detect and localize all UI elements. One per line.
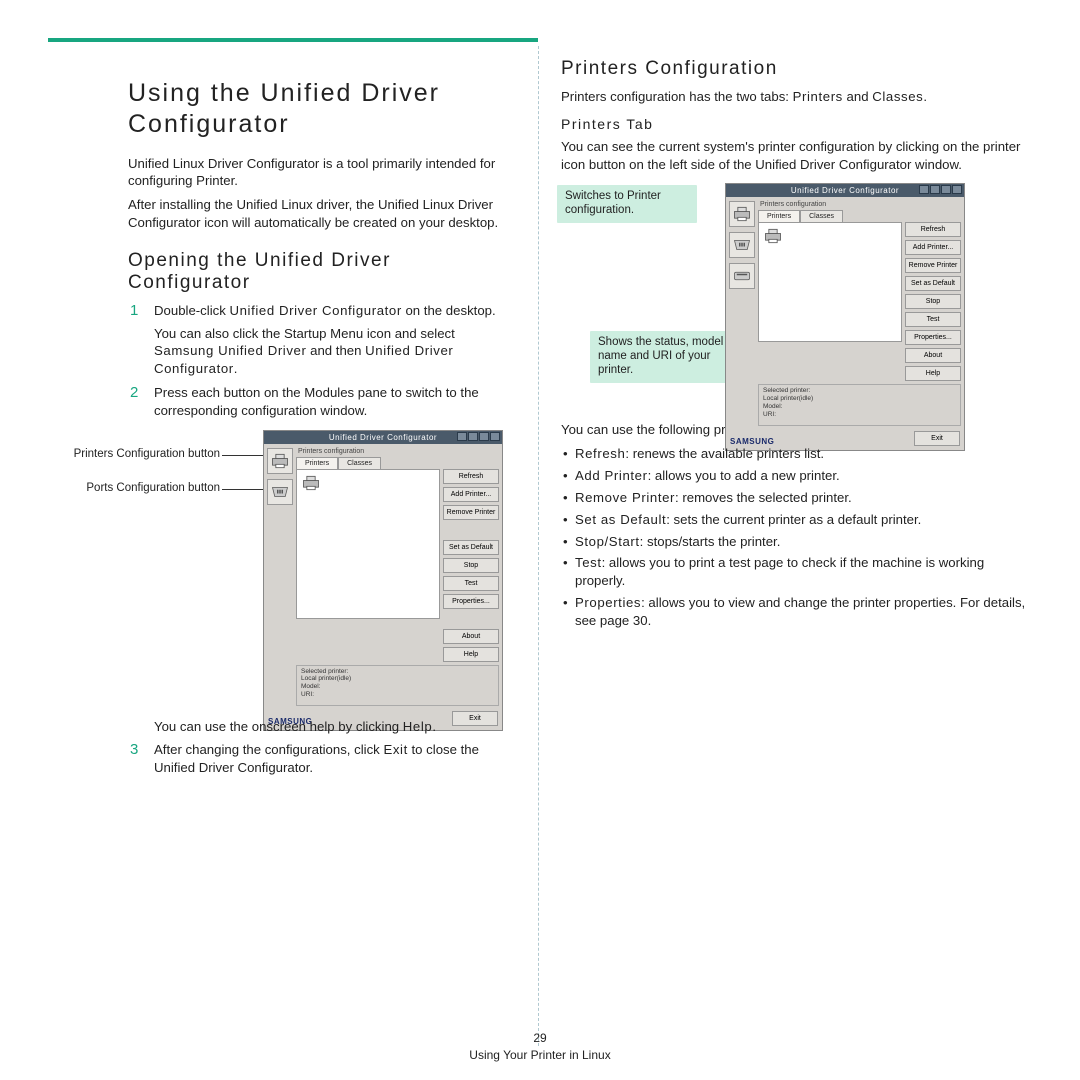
accent-bar [48,38,538,42]
set-default-button[interactable]: Set as Default [905,276,961,291]
tab-classes[interactable]: Classes [800,210,843,222]
properties-button[interactable]: Properties... [443,594,499,609]
app-window: Unified Driver Configurator [725,183,965,450]
control-buttons-list: Refresh: renews the available printers l… [561,445,1029,629]
tab-printers[interactable]: Printers [296,457,338,469]
ports-config-button[interactable] [729,232,755,258]
set-default-button[interactable]: Set as Default [443,540,499,555]
step-number: 2 [130,383,138,403]
title-bar: Unified Driver Configurator [264,431,502,444]
list-item: Remove Printer: removes the selected pri… [561,489,1029,507]
list-item: Test: allows you to print a test page to… [561,554,1029,590]
callout-printers-config-button: Printers Configuration button [60,448,220,460]
printer-icon [763,227,783,245]
step-2: 2 Press each button on the Modules pane … [48,384,516,420]
printer-icon [270,452,290,470]
add-printer-button[interactable]: Add Printer... [443,487,499,502]
step-number: 3 [130,740,138,760]
printer-icon [301,474,321,492]
printers-tab-desc: You can see the current system's printer… [561,138,1029,174]
tab-classes[interactable]: Classes [338,457,381,469]
window-controls[interactable] [919,185,962,194]
step-2-note: You can use the onscreen help by clickin… [48,718,516,736]
group-label: Printers configuration [296,447,499,456]
tab-printers[interactable]: Printers [758,210,800,222]
term-udc: Unified Driver Configurator [230,303,402,318]
page-footer: 29 Using Your Printer in Linux [0,1030,1080,1064]
help-button[interactable]: Help [443,647,499,662]
title-bar: Unified Driver Configurator [726,184,964,197]
scanners-config-button[interactable] [729,263,755,289]
intro-paragraph-1: Unified Linux Driver Configurator is a t… [128,155,516,191]
stop-button[interactable]: Stop [443,558,499,573]
printers-listbox[interactable] [296,469,440,619]
figure-configurator-right: Switches to Printer configuration. Shows… [595,183,1029,413]
subsection-heading: Opening the Unified Driver Configurator [128,250,516,294]
figure-configurator-left: Printers Configuration button Ports Conf… [48,430,516,710]
port-icon [733,238,751,252]
selected-printer-panel: Selected printer: Local printer(idle) Mo… [758,384,961,425]
list-item: Set as Default: sets the current printer… [561,511,1029,529]
ports-config-button[interactable] [267,479,293,505]
left-column: Using the Unified Driver Configurator Un… [48,58,538,1046]
about-button[interactable]: About [443,629,499,644]
step-number: 1 [130,301,138,321]
printers-config-button[interactable] [267,448,293,474]
intro-right: Printers configuration has the two tabs:… [561,88,1029,106]
step-3: 3 After changing the configurations, cli… [48,741,516,777]
section-heading-right: Printers Configuration [561,58,1029,80]
callout-printer-status: Shows the status, model name and URI of … [590,331,740,382]
remove-printer-button[interactable]: Remove Printer [443,505,499,520]
properties-button[interactable]: Properties... [905,330,961,345]
test-button[interactable]: Test [905,312,961,327]
test-button[interactable]: Test [443,576,499,591]
printers-listbox[interactable] [758,222,902,342]
right-column: Printers Configuration Printers configur… [539,58,1029,1046]
printer-icon [732,205,752,223]
stop-button[interactable]: Stop [905,294,961,309]
refresh-button[interactable]: Refresh [443,469,499,484]
page-number: 29 [0,1030,1080,1047]
intro-paragraph-2: After installing the Unified Linux drive… [128,196,516,232]
refresh-button[interactable]: Refresh [905,222,961,237]
list-item: Add Printer: allows you to add a new pri… [561,467,1029,485]
callout-ports-config-button: Ports Configuration button [60,482,220,494]
group-label: Printers configuration [758,200,961,209]
scanner-icon [733,270,751,282]
printers-config-button[interactable] [729,201,755,227]
remove-printer-button[interactable]: Remove Printer [905,258,961,273]
printers-tab-heading: Printers Tab [561,116,1029,132]
sidebar [267,447,293,706]
add-printer-button[interactable]: Add Printer... [905,240,961,255]
step-1: 1 Double-click Unified Driver Configurat… [48,302,516,378]
page-caption: Using Your Printer in Linux [0,1047,1080,1064]
selected-printer-panel: Selected printer: Local printer(idle) Mo… [296,665,499,706]
app-window: Unified Driver Configurator Printers con… [263,430,503,731]
help-button[interactable]: Help [905,366,961,381]
list-item: Stop/Start: stops/starts the printer. [561,533,1029,551]
about-button[interactable]: About [905,348,961,363]
port-icon [271,485,289,499]
list-item: Properties: allows you to view and chang… [561,594,1029,630]
exit-button[interactable]: Exit [914,431,960,446]
section-heading: Using the Unified Driver Configurator [128,78,516,141]
list-item: Refresh: renews the available printers l… [561,445,1029,463]
sidebar [729,200,755,425]
callout-switch-printer: Switches to Printer configuration. [557,185,697,223]
window-controls[interactable] [457,432,500,441]
